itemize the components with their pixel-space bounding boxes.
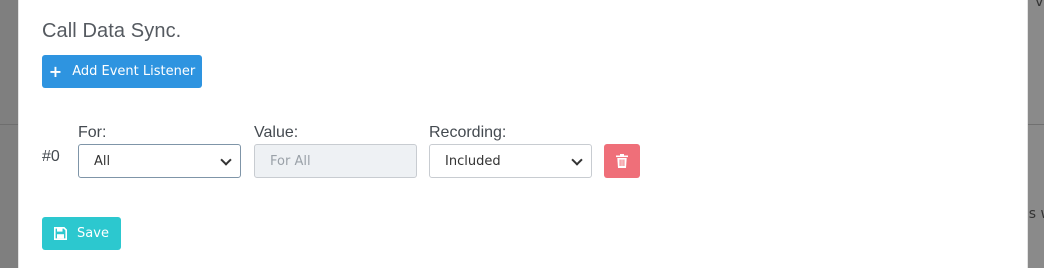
value-input[interactable]: For All [254, 144, 417, 178]
backdrop-text-fragment: ve [1035, 0, 1044, 10]
chevron-down-icon [220, 154, 232, 166]
recording-select[interactable]: Included [429, 144, 592, 178]
for-select[interactable]: All [78, 144, 241, 178]
save-button[interactable]: Save [42, 217, 121, 250]
modal-backdrop-left [0, 0, 18, 268]
backdrop-divider [0, 124, 18, 125]
call-data-sync-modal: Call Data Sync. + Add Event Listener #0 … [18, 0, 1028, 268]
recording-label: Recording: [429, 124, 507, 141]
listener-index: #0 [42, 148, 60, 165]
delete-listener-button[interactable] [604, 144, 640, 178]
chevron-down-icon [571, 154, 583, 166]
backdrop-divider [1028, 124, 1044, 125]
modal-title: Call Data Sync. [42, 20, 182, 42]
backdrop-text-fragment: s w [1028, 206, 1044, 222]
value-label: Value: [254, 124, 299, 141]
plus-icon: + [48, 61, 63, 81]
for-select-value: All [94, 153, 111, 169]
trash-icon [616, 154, 628, 168]
floppy-disk-icon [54, 227, 68, 240]
add-event-listener-label: Add Event Listener [72, 64, 196, 79]
add-event-listener-button[interactable]: + Add Event Listener [42, 55, 202, 88]
modal-backdrop-right: ve s w [1028, 0, 1044, 268]
save-label: Save [77, 226, 109, 241]
value-input-placeholder: For All [270, 153, 311, 169]
recording-select-value: Included [445, 153, 501, 169]
for-label: For: [78, 124, 107, 141]
